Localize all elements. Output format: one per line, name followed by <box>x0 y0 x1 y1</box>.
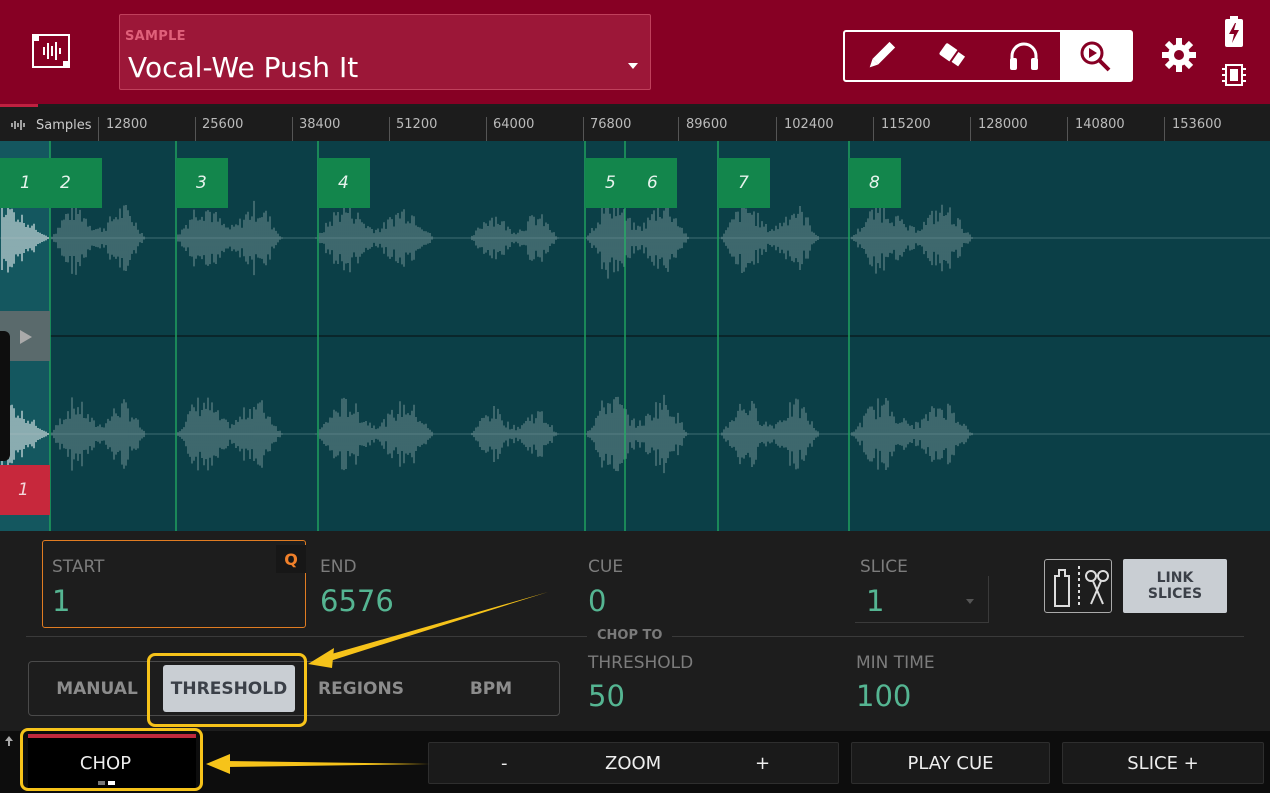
play-cue-button[interactable]: PLAY CUE <box>851 742 1050 784</box>
ruler-tick: 140800 <box>1075 117 1125 132</box>
gear-icon[interactable] <box>1160 36 1198 74</box>
waveform-icon <box>11 120 25 130</box>
ruler-tick: 25600 <box>202 117 244 132</box>
slice-marker[interactable]: 2 <box>50 158 102 208</box>
start-field[interactable] <box>42 540 306 628</box>
memory-chip-icon <box>1221 62 1247 88</box>
slice-marker[interactable]: 1 <box>0 158 50 208</box>
sample-edit-icon[interactable] <box>32 34 70 68</box>
top-bar: SAMPLE Vocal-We Push It <box>0 0 1270 104</box>
mode-regions[interactable]: REGIONS <box>299 665 423 712</box>
cue-value[interactable]: 0 <box>588 584 606 618</box>
slice-label: SLICE <box>860 557 908 577</box>
ruler-unit-label: Samples <box>36 118 92 133</box>
eraser-icon[interactable] <box>917 32 989 80</box>
slice-marker[interactable]: 3 <box>176 158 228 208</box>
link-slices-button[interactable]: LINK SLICES <box>1123 559 1227 613</box>
sample-name: Vocal-We Push It <box>128 51 359 84</box>
end-value[interactable]: 6576 <box>320 584 394 618</box>
ruler-tick: 89600 <box>686 117 728 132</box>
zoom-in-button[interactable]: + <box>755 753 770 774</box>
sample-ruler: Samples 12800 25600 38400 51200 64000 76… <box>0 107 1270 141</box>
mode-manual[interactable]: MANUAL <box>35 665 159 712</box>
start-value: 1 <box>52 584 71 618</box>
slice-plus-button[interactable]: SLICE + <box>1062 742 1264 784</box>
zoom-out-button[interactable]: - <box>501 753 508 774</box>
side-panel-handle[interactable] <box>0 331 10 461</box>
sample-label: SAMPLE <box>125 29 186 44</box>
ruler-tick: 51200 <box>396 117 438 132</box>
dropdown-caret-icon <box>628 63 638 69</box>
glue-scissors-button[interactable] <box>1044 559 1112 613</box>
highlight-chop <box>20 728 203 791</box>
pencil-icon[interactable] <box>845 32 917 80</box>
zoom-control: - ZOOM + <box>428 742 839 784</box>
start-label: START <box>52 557 105 577</box>
ruler-tick: 102400 <box>784 117 834 132</box>
battery-charging-icon <box>1224 16 1244 48</box>
tool-selector <box>843 30 1133 82</box>
threshold-value[interactable]: 50 <box>588 679 625 713</box>
slice-marker[interactable]: 6 <box>625 158 677 208</box>
min-time-value[interactable]: 100 <box>856 679 911 713</box>
zoom-label: ZOOM <box>605 752 662 774</box>
slice-end-marker[interactable]: 1 <box>0 465 50 515</box>
ruler-tick: 76800 <box>590 117 632 132</box>
zoom-icon[interactable] <box>1059 32 1131 80</box>
ruler-tick: 115200 <box>881 117 931 132</box>
headphones-icon[interactable] <box>988 32 1060 80</box>
threshold-label: THRESHOLD <box>588 653 694 673</box>
ruler-tick: 38400 <box>299 117 341 132</box>
sample-selector[interactable]: SAMPLE Vocal-We Push It <box>119 14 651 90</box>
shift-icon <box>5 736 13 746</box>
quantize-badge[interactable]: Q <box>276 545 306 573</box>
cue-label: CUE <box>588 557 624 577</box>
ruler-tick: 12800 <box>106 117 148 132</box>
ruler-tick: 64000 <box>493 117 535 132</box>
ruler-tick: 153600 <box>1172 117 1222 132</box>
end-label: END <box>320 557 357 577</box>
slice-marker[interactable]: 7 <box>718 158 770 208</box>
dropdown-caret-icon <box>966 599 974 604</box>
ruler-tick: 128000 <box>978 117 1028 132</box>
waveform-display[interactable]: 1 2 3 4 5 6 7 8 1 <box>0 141 1270 531</box>
slice-marker[interactable]: 8 <box>849 158 901 208</box>
min-time-label: MIN TIME <box>856 653 935 673</box>
highlight-threshold <box>147 653 307 727</box>
play-icon <box>20 330 32 344</box>
chop-to-label: CHOP TO <box>587 628 673 643</box>
mode-bpm[interactable]: BPM <box>427 665 555 712</box>
slice-value: 1 <box>866 584 885 618</box>
slice-marker[interactable]: 4 <box>318 158 370 208</box>
